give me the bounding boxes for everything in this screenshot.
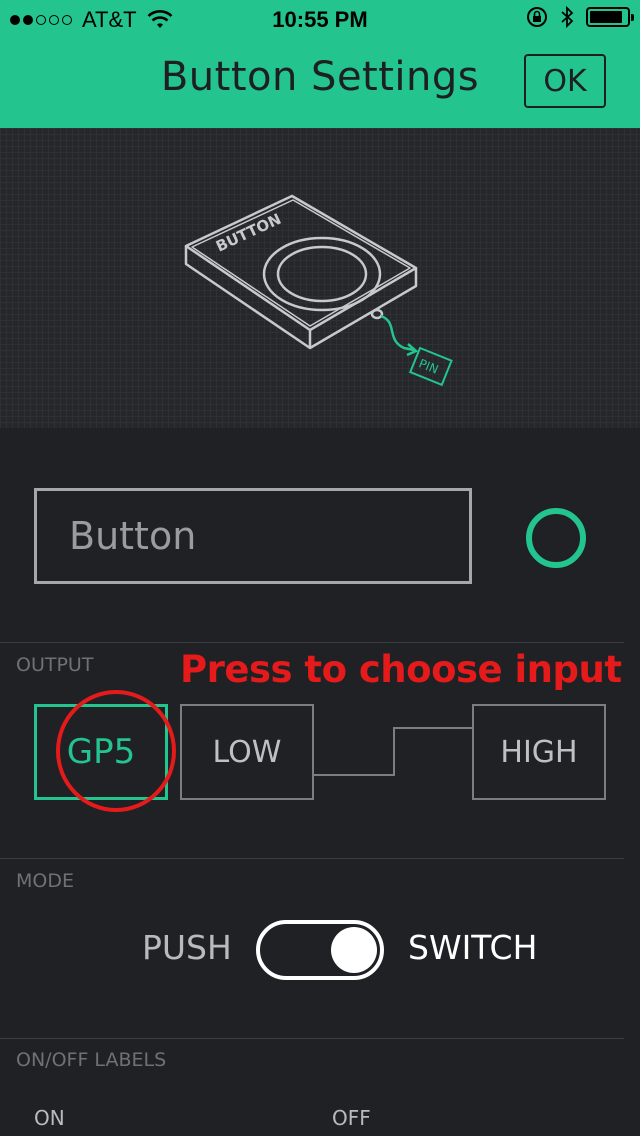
mode-toggle[interactable] [256,920,384,980]
divider [0,858,624,859]
divider [0,1038,624,1039]
off-label: OFF [332,1106,371,1130]
annotation-circle [56,690,176,812]
high-value-input[interactable]: HIGH [472,704,606,800]
on-label: ON [34,1106,65,1130]
mode-section-label: MODE [16,870,74,892]
annotation-text: Press to choose input [180,648,622,691]
mode-push-label: PUSH [142,928,232,967]
onoff-section-label: ON/OFF LABELS [16,1049,167,1071]
low-value-input[interactable]: LOW [180,704,314,800]
mode-switch-label: SWITCH [408,928,538,967]
toggle-knob [331,927,377,973]
